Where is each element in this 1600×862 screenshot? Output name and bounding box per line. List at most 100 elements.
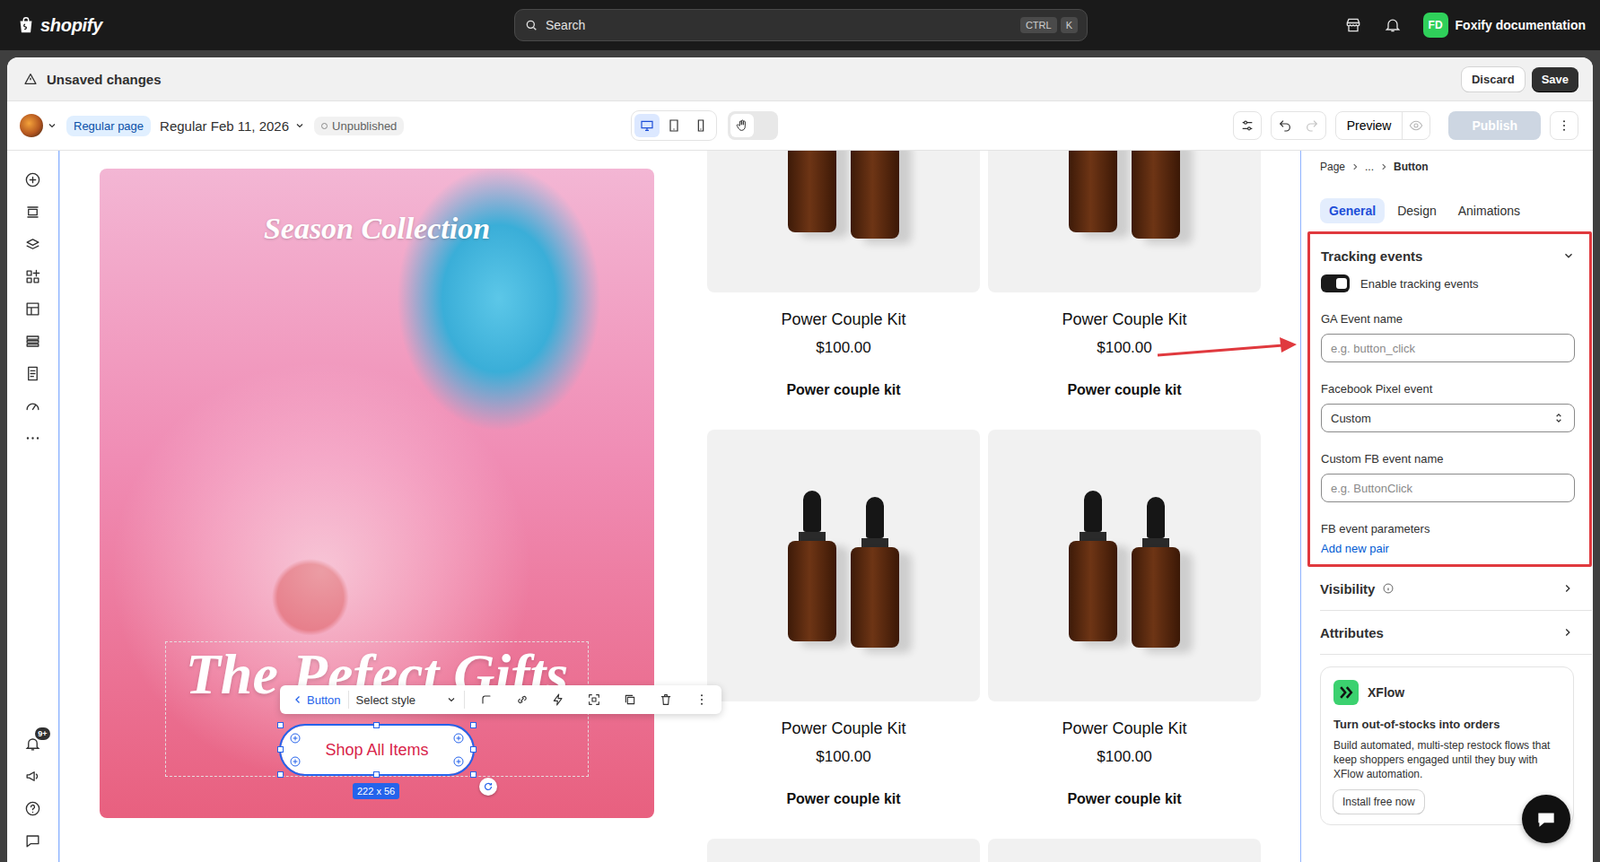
rail-button[interactable] bbox=[24, 235, 43, 254]
more-button[interactable] bbox=[1549, 111, 1579, 140]
redo-button[interactable] bbox=[1298, 112, 1326, 140]
chat-button[interactable] bbox=[1521, 795, 1571, 844]
publish-button[interactable]: Publish bbox=[1448, 111, 1541, 140]
info-icon[interactable] bbox=[1381, 582, 1395, 595]
add-spacing-icon[interactable] bbox=[453, 733, 464, 744]
product-card[interactable]: Power Couple Kit$100.00Power couple kit bbox=[987, 150, 1261, 421]
rail-button[interactable] bbox=[24, 299, 43, 318]
rail-button[interactable] bbox=[24, 332, 43, 350]
product-card[interactable] bbox=[707, 839, 980, 862]
rail-button[interactable] bbox=[24, 267, 43, 286]
product-card[interactable]: Power Couple Kit$100.00Power couple kit bbox=[707, 150, 980, 421]
toolbar-action[interactable] bbox=[651, 687, 681, 713]
preview-button[interactable]: Preview bbox=[1336, 112, 1404, 140]
selected-button[interactable]: Shop All Items222 x 56 bbox=[280, 725, 473, 775]
add-spacing-icon[interactable] bbox=[289, 733, 301, 744]
style-select[interactable]: Select style bbox=[356, 693, 457, 708]
product-card[interactable]: Power Couple Kit$100.00Power couple kit bbox=[987, 429, 1261, 831]
rail-icon bbox=[24, 832, 42, 850]
hero-banner[interactable]: Season CollectionThe Pefect GiftsShop Al… bbox=[99, 168, 655, 819]
annotation-arrow-icon bbox=[1153, 332, 1306, 368]
shop-button[interactable]: Shop All Items bbox=[280, 725, 473, 775]
collapsed-section[interactable]: Attributes bbox=[1320, 611, 1592, 656]
add-spacing-icon[interactable] bbox=[453, 756, 464, 768]
text-input[interactable]: e.g. button_click bbox=[1320, 333, 1575, 363]
account-button[interactable]: FDFoxify documentation bbox=[1423, 12, 1586, 38]
bottle bbox=[1131, 150, 1181, 239]
toolbar-action[interactable] bbox=[507, 687, 537, 713]
chevron-down-icon bbox=[1562, 249, 1575, 263]
hero-heading[interactable]: Season Collection bbox=[263, 210, 490, 247]
resize-handle[interactable] bbox=[277, 771, 284, 779]
install-button[interactable]: Install free now bbox=[1333, 790, 1425, 814]
panel-tab[interactable]: Animations bbox=[1449, 198, 1530, 224]
preview-eye-button[interactable] bbox=[1402, 112, 1430, 140]
toggle-switch[interactable] bbox=[1320, 274, 1350, 293]
resize-handle[interactable] bbox=[373, 722, 380, 729]
add-spacing-icon[interactable] bbox=[289, 756, 301, 768]
collapsed-section[interactable]: Visibility bbox=[1320, 567, 1592, 612]
product-card[interactable]: Power Couple Kit$100.00Power couple kit bbox=[707, 429, 980, 831]
text-input[interactable]: e.g. ButtonClick bbox=[1320, 473, 1575, 503]
panel-tab[interactable]: Design bbox=[1388, 198, 1446, 224]
section-header[interactable]: Tracking events bbox=[1320, 246, 1575, 265]
rail-button[interactable] bbox=[24, 202, 43, 221]
panel-tabs: GeneralDesignAnimations bbox=[1307, 198, 1592, 224]
unsaved-button[interactable]: Discard bbox=[1461, 67, 1525, 92]
parent-button[interactable]: Button bbox=[292, 693, 341, 708]
bell-icon[interactable] bbox=[1383, 16, 1402, 35]
rail-button[interactable] bbox=[24, 799, 43, 818]
notifications-button[interactable]: 9+ bbox=[24, 734, 43, 753]
section-title: Tracking events bbox=[1320, 248, 1423, 264]
search-box[interactable]: SearchCTRLK bbox=[514, 8, 1088, 42]
chevron-left-icon bbox=[292, 694, 304, 706]
settings-button[interactable] bbox=[1232, 111, 1262, 140]
device-button[interactable] bbox=[661, 113, 687, 138]
rail-button[interactable] bbox=[24, 364, 43, 383]
rail-button[interactable] bbox=[24, 170, 43, 189]
page-selector[interactable]: Regular Feb 11, 2026 bbox=[159, 118, 306, 134]
store-icon[interactable] bbox=[1344, 16, 1363, 35]
sliders-icon bbox=[1240, 118, 1255, 133]
site-switcher[interactable] bbox=[19, 113, 58, 138]
rotate-button[interactable] bbox=[479, 778, 498, 796]
breadcrumb-item[interactable]: Button bbox=[1393, 159, 1429, 175]
unsaved-button[interactable]: Save bbox=[1531, 67, 1579, 92]
rail-icon bbox=[24, 397, 42, 415]
resize-handle[interactable] bbox=[373, 771, 380, 779]
toolbar-action[interactable] bbox=[687, 687, 717, 713]
resize-handle[interactable] bbox=[470, 771, 477, 779]
hand-tool[interactable] bbox=[727, 111, 779, 140]
breadcrumb-item[interactable]: ... bbox=[1364, 159, 1374, 175]
toolbar-action[interactable] bbox=[472, 687, 501, 713]
notification-badge: 9+ bbox=[34, 727, 50, 741]
product-card[interactable] bbox=[987, 839, 1261, 862]
rail-button[interactable] bbox=[24, 831, 43, 850]
resize-handle[interactable] bbox=[470, 722, 477, 729]
device-button[interactable] bbox=[688, 113, 714, 138]
account-area: FDFoxify documentation bbox=[1344, 12, 1586, 38]
breadcrumb-item[interactable]: Page bbox=[1320, 159, 1346, 175]
rail-button[interactable] bbox=[24, 396, 43, 415]
select-input[interactable]: Custom bbox=[1320, 403, 1575, 433]
toolbar-action[interactable] bbox=[579, 687, 609, 713]
undo-button[interactable] bbox=[1271, 112, 1299, 140]
shopify-logo[interactable]: shopify bbox=[16, 14, 515, 36]
rail-button[interactable] bbox=[24, 767, 43, 786]
field-label: Facebook Pixel event bbox=[1320, 382, 1575, 397]
parent-label: Button bbox=[306, 693, 341, 708]
product-title: Power Couple Kit bbox=[707, 717, 980, 740]
hand-button[interactable] bbox=[730, 113, 754, 138]
toggle-label: Enable tracking events bbox=[1360, 277, 1479, 291]
device-button[interactable] bbox=[634, 113, 660, 138]
rail-button[interactable] bbox=[24, 428, 43, 447]
panel-tab[interactable]: General bbox=[1320, 198, 1385, 224]
search-icon bbox=[524, 17, 539, 33]
redo-icon bbox=[1304, 118, 1320, 133]
resize-handle[interactable] bbox=[470, 746, 477, 753]
resize-handle[interactable] bbox=[277, 722, 284, 729]
add-pair-link[interactable]: Add new pair bbox=[1320, 542, 1575, 557]
toolbar-action[interactable] bbox=[615, 687, 645, 713]
resize-handle[interactable] bbox=[277, 746, 284, 753]
toolbar-action[interactable] bbox=[543, 687, 573, 713]
